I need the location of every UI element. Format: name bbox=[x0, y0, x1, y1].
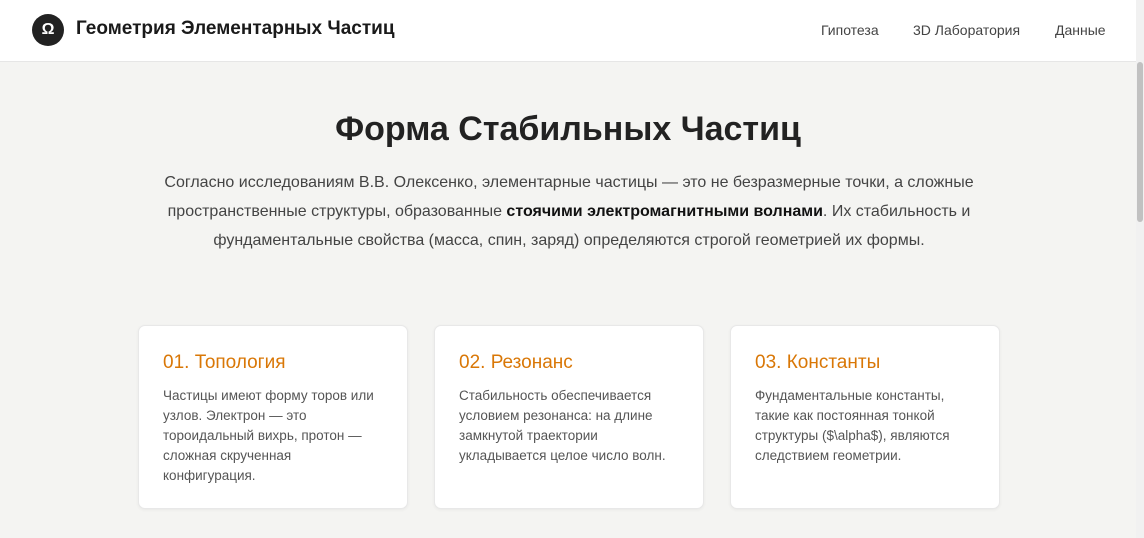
card-title: 01. Топология bbox=[163, 352, 286, 373]
card-topology: 01. Топология Частицы имеют форму торов … bbox=[138, 325, 408, 509]
card-resonance: 02. Резонанс Стабильность обеспечивается… bbox=[434, 325, 704, 509]
page-title: Форма Стабильных Частиц bbox=[335, 110, 801, 148]
main-content: Форма Стабильных Частиц Согласно исследо… bbox=[0, 62, 1136, 538]
top-header: Ω Геометрия Элементарных Частиц Гипотеза… bbox=[0, 0, 1136, 62]
card-text: Фундаментальные константы, такие как пос… bbox=[755, 388, 950, 463]
intro-paragraph: Согласно исследованиям В.В. Олексенко, э… bbox=[138, 168, 1000, 255]
nav-hypothesis[interactable]: Гипотеза bbox=[821, 22, 879, 38]
intro-text-bold: стоячими электромагнитными волнами bbox=[506, 203, 823, 220]
nav-data[interactable]: Данные bbox=[1055, 22, 1106, 38]
site-title[interactable]: Геометрия Элементарных Частиц bbox=[76, 18, 395, 40]
card-constants: 03. Константы Фундаментальные константы,… bbox=[730, 325, 1000, 509]
card-title: 02. Резонанс bbox=[459, 352, 573, 373]
card-title: 03. Константы bbox=[755, 352, 881, 373]
card-text: Стабильность обеспечивается условием рез… bbox=[459, 388, 666, 463]
card-text: Частицы имеют форму торов или узлов. Эле… bbox=[163, 388, 374, 483]
scrollbar-thumb[interactable] bbox=[1137, 62, 1143, 222]
nav-3d-lab[interactable]: 3D Лаборатория bbox=[913, 22, 1020, 38]
omega-logo-icon[interactable]: Ω bbox=[32, 14, 64, 46]
page-scrollbar[interactable] bbox=[1136, 0, 1144, 538]
